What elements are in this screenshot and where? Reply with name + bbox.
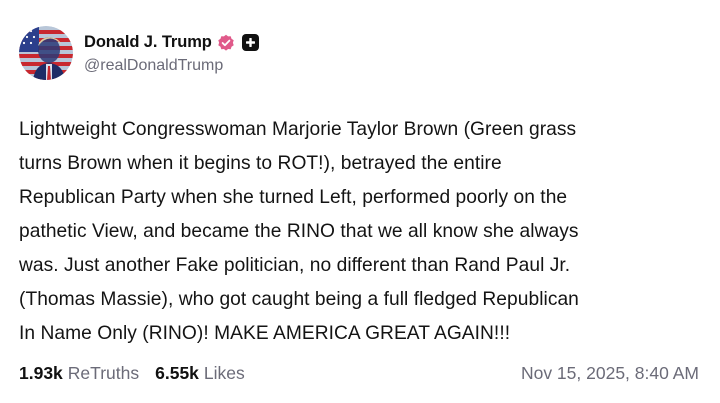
retruths-label: ReTruths [67,362,140,383]
avatar[interactable] [19,26,73,80]
author-handle[interactable]: @realDonaldTrump [84,57,259,75]
author-block: Donald J. Trump @realDonaldTrump [84,32,259,75]
post-footer: 1.93k ReTruths 6.55k Likes Nov 15, 2025,… [19,360,699,386]
likes-label: Likes [203,362,245,383]
retruths-stat[interactable]: 1.93k ReTruths [19,363,139,384]
user-avatar-flag-portrait-icon [19,26,73,80]
post-card: Donald J. Trump @realDonaldTrump Lightwe… [0,0,720,403]
verified-badge-icon [217,34,235,52]
retruths-count: 1.93k [19,362,63,383]
likes-stat[interactable]: 6.55k Likes [155,363,245,384]
author-name-row: Donald J. Trump [84,32,259,54]
post-header: Donald J. Trump @realDonaldTrump [19,26,259,80]
author-display-name[interactable]: Donald J. Trump [84,33,212,52]
post-timestamp[interactable]: Nov 15, 2025, 8:40 AM [521,363,699,384]
post-stats: 1.93k ReTruths 6.55k Likes [19,363,261,384]
likes-count: 6.55k [155,362,199,383]
post-text: Lightweight Congresswoman Marjorie Taylo… [19,119,579,344]
plus-badge-icon [241,34,259,51]
